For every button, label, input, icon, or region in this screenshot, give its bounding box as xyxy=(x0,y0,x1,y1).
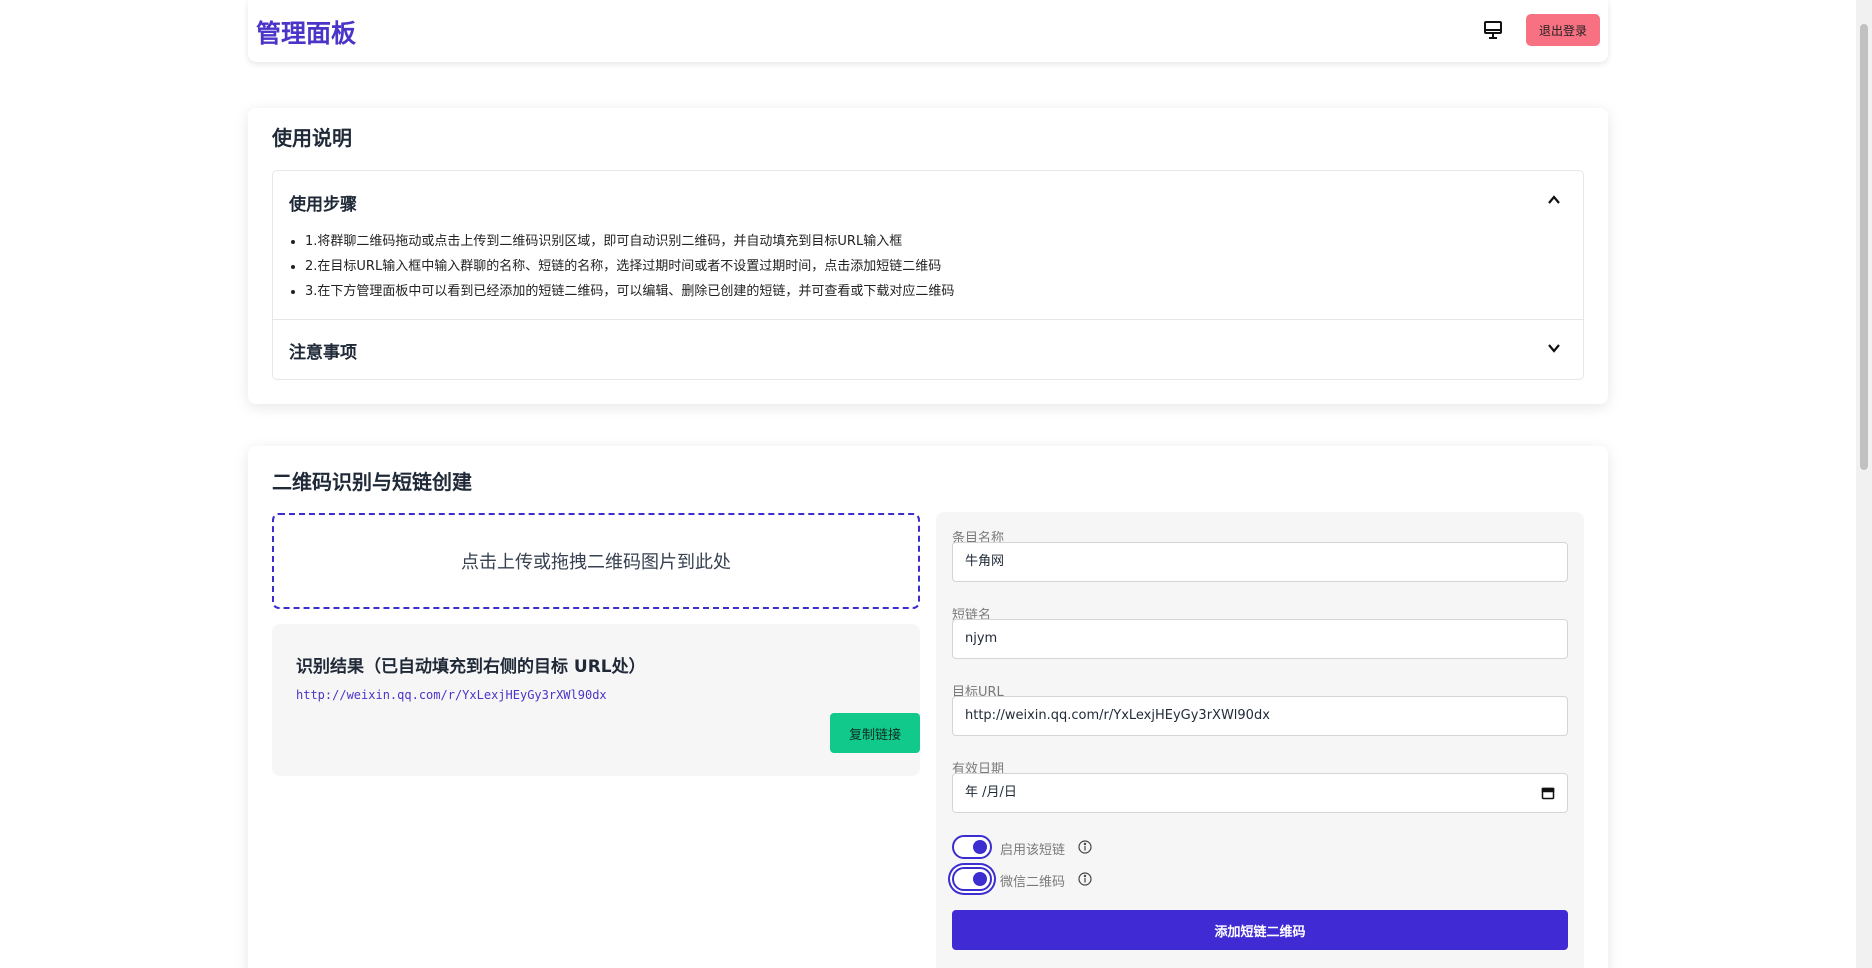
monitor-icon[interactable] xyxy=(1480,17,1506,43)
chevron-up-icon xyxy=(1548,195,1560,204)
qr-dropzone[interactable]: 点击上传或拖拽二维码图片到此处 xyxy=(272,513,920,609)
create-card: 二维码识别与短链创建 点击上传或拖拽二维码图片到此处 识别结果（已自动填充到右侧… xyxy=(248,446,1608,968)
create-title: 二维码识别与短链创建 xyxy=(272,470,472,494)
instructions-card: 使用说明 使用步骤 1.将群聊二维码拖动或点击上传到二维码识别区域，即可自动识别… xyxy=(248,108,1608,404)
copy-link-button[interactable]: 复制链接 xyxy=(830,713,920,753)
list-item: 3.在下方管理面板中可以看到已经添加的短链二维码，可以编辑、删除已创建的短链，并… xyxy=(305,279,1583,304)
enable-toggle-row: 启用该短链 xyxy=(952,834,1252,860)
logout-button[interactable]: 退出登录 xyxy=(1526,14,1600,46)
shortlink-form: 条目名称 牛角网 短链名 njym 目标URL http://weixin.qq… xyxy=(936,512,1584,968)
top-header: 管理面板 退出登录 xyxy=(248,0,1608,62)
steps-title: 使用步骤 xyxy=(289,195,357,215)
list-item: 1.将群聊二维码拖动或点击上传到二维码识别区域，即可自动识别二维码，并自动填充到… xyxy=(305,229,1583,254)
wechat-toggle-row: 微信二维码 xyxy=(952,866,1252,892)
wechat-switch[interactable] xyxy=(952,867,992,891)
calendar-icon[interactable] xyxy=(1541,786,1555,800)
short-input[interactable]: njym xyxy=(952,619,1568,659)
accordion-notes-header[interactable]: 注意事项 xyxy=(273,319,1583,377)
recognition-result: 识别结果（已自动填充到右侧的目标 URL处） http://weixin.qq.… xyxy=(272,624,920,776)
page-scrollbar[interactable] xyxy=(1856,0,1872,968)
name-input[interactable]: 牛角网 xyxy=(952,542,1568,582)
chevron-down-icon xyxy=(1548,344,1560,353)
accordion-steps-header[interactable]: 使用步骤 xyxy=(273,171,1583,229)
info-icon[interactable] xyxy=(1078,840,1092,854)
steps-body: 1.将群聊二维码拖动或点击上传到二维码识别区域，即可自动识别二维码，并自动填充到… xyxy=(273,229,1583,304)
target-url-input[interactable]: http://weixin.qq.com/r/YxLexjHEyGy3rXWl9… xyxy=(952,696,1568,736)
enable-label: 启用该短链 xyxy=(1000,843,1066,858)
list-item: 2.在目标URL输入框中输入群聊的名称、短链的名称，选择过期时间或者不设置过期时… xyxy=(305,254,1583,279)
result-title: 识别结果（已自动填充到右侧的目标 URL处） xyxy=(296,657,646,677)
instructions-title: 使用说明 xyxy=(272,126,352,150)
instructions-accordion: 使用步骤 1.将群聊二维码拖动或点击上传到二维码识别区域，即可自动识别二维码，并… xyxy=(272,170,1584,380)
info-icon[interactable] xyxy=(1078,872,1092,886)
wechat-label: 微信二维码 xyxy=(1000,875,1066,890)
result-url: http://weixin.qq.com/r/YxLexjHEyGy3rXWl9… xyxy=(296,688,607,702)
notes-title: 注意事项 xyxy=(289,343,357,363)
scrollbar-thumb[interactable] xyxy=(1860,24,1868,470)
page-title: 管理面板 xyxy=(256,19,357,48)
add-shortlink-button[interactable]: 添加短链二维码 xyxy=(952,910,1568,950)
enable-switch[interactable] xyxy=(952,835,992,859)
date-input[interactable]: 年 /月/日 xyxy=(952,773,1568,813)
date-value: 年 /月/日 xyxy=(965,785,1017,800)
